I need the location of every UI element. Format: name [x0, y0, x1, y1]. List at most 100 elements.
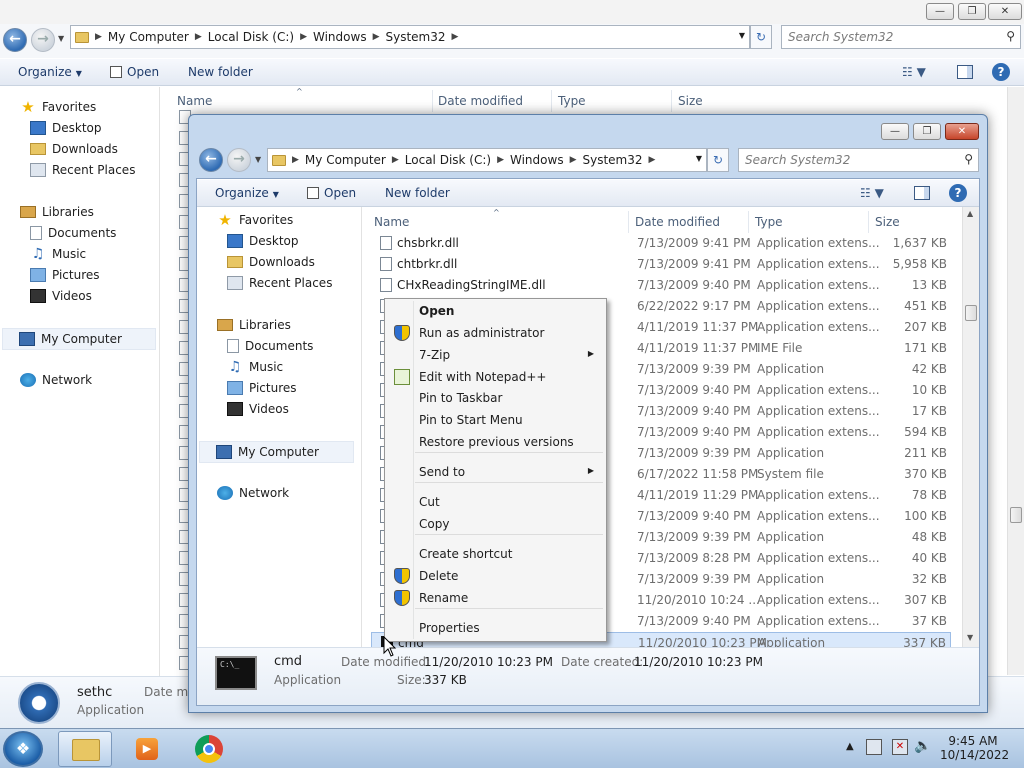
new-folder-button[interactable]: New folder — [188, 65, 253, 79]
maximize-button[interactable]: ❐ — [958, 3, 986, 20]
nav-favorites[interactable]: ★ Favorites — [20, 100, 96, 115]
nav-desktop[interactable]: Desktop — [227, 234, 299, 248]
context-menu-item[interactable]: Rename — [387, 587, 604, 609]
organize-button[interactable]: Organize ▼ — [215, 186, 279, 200]
nav-libraries[interactable]: Libraries — [217, 318, 291, 332]
nav-music[interactable]: ♫ Music — [227, 360, 283, 374]
help-icon[interactable]: ? — [949, 184, 967, 202]
context-menu-item[interactable]: Send to ▶ — [387, 461, 604, 483]
close-button[interactable]: ✕ — [988, 3, 1022, 20]
column-name[interactable]: Name — [177, 94, 212, 108]
refresh-icon[interactable]: ↻ — [707, 148, 729, 172]
back-button[interactable]: ← — [199, 148, 223, 172]
address-dropdown-icon[interactable]: ▼ — [739, 31, 745, 40]
recent-pages-chevron-icon[interactable]: ▼ — [255, 155, 261, 164]
nav-network[interactable]: Network — [217, 486, 289, 500]
nav-network[interactable]: Network — [20, 373, 92, 387]
breadcrumb-item[interactable]: System32 — [583, 153, 643, 167]
nav-downloads[interactable]: Downloads — [30, 142, 118, 156]
change-view-icon[interactable]: ☷ ▼ — [860, 186, 884, 200]
column-size[interactable]: Size — [678, 94, 703, 108]
nav-my-computer[interactable]: My Computer — [2, 328, 156, 350]
breadcrumb-item[interactable]: Local Disk (C:) — [405, 153, 491, 167]
refresh-icon[interactable]: ↻ — [750, 25, 772, 49]
context-menu-item[interactable]: Pin to Start Menu — [387, 409, 604, 431]
context-menu-item[interactable]: Open — [387, 300, 604, 322]
breadcrumb-item[interactable]: My Computer — [305, 153, 386, 167]
nav-recent-places[interactable]: Recent Places — [227, 276, 332, 290]
forward-button[interactable]: → — [31, 28, 55, 52]
column-date-modified[interactable]: Date modified — [438, 94, 523, 108]
context-menu-item[interactable]: Pin to Taskbar — [387, 387, 604, 409]
nav-videos[interactable]: Videos — [30, 289, 92, 303]
back-scrollbar[interactable] — [1007, 87, 1024, 675]
column-type[interactable]: Type — [558, 94, 586, 108]
taskbar-media-player-button[interactable]: ▶ — [120, 731, 174, 767]
context-menu-item[interactable]: Run as administrator — [387, 322, 604, 344]
context-menu-item[interactable]: Create shortcut — [387, 543, 604, 565]
column-name[interactable]: Name — [374, 215, 409, 229]
address-dropdown-icon[interactable]: ▼ — [696, 154, 702, 163]
taskbar-explorer-button[interactable] — [58, 731, 112, 767]
breadcrumb-item[interactable]: My Computer — [108, 30, 189, 44]
back-button[interactable]: ← — [3, 28, 27, 52]
nav-my-computer[interactable]: My Computer — [199, 441, 354, 463]
show-hidden-icons-icon[interactable]: ▲ — [846, 741, 854, 752]
scroll-down-icon[interactable]: ▼ — [967, 633, 973, 642]
search-input[interactable]: Search System32 ⚲ — [738, 148, 979, 172]
preview-pane-icon[interactable] — [957, 65, 973, 79]
address-bar[interactable]: ▶ My Computer ▶ Local Disk (C:) ▶ Window… — [70, 25, 750, 49]
preview-pane-icon[interactable] — [914, 186, 930, 200]
minimize-button[interactable]: — — [881, 123, 909, 140]
action-center-icon[interactable] — [866, 739, 882, 755]
open-button[interactable]: Open — [110, 65, 159, 79]
column-size[interactable]: Size — [875, 215, 900, 229]
column-date-modified[interactable]: Date modified — [635, 215, 720, 229]
taskbar-chrome-button[interactable] — [182, 731, 236, 767]
nav-recent-places[interactable]: Recent Places — [30, 163, 135, 177]
breadcrumb-item[interactable]: Windows — [313, 30, 367, 44]
minimize-button[interactable]: — — [926, 3, 954, 20]
nav-documents[interactable]: Documents — [227, 339, 313, 353]
close-button[interactable]: ✕ — [945, 123, 979, 140]
start-button[interactable]: ❖ — [3, 731, 43, 767]
help-icon[interactable]: ? — [992, 63, 1010, 81]
scrollbar-thumb[interactable] — [965, 305, 977, 321]
nav-documents[interactable]: Documents — [30, 226, 116, 240]
column-type[interactable]: Type — [755, 215, 783, 229]
scroll-up-icon[interactable]: ▲ — [967, 209, 973, 218]
front-scrollbar[interactable]: ▲ ▼ — [962, 207, 979, 647]
table-row[interactable]: CHxReadingStringIME.dll 7/13/2009 9:40 PM… — [371, 275, 951, 296]
table-row[interactable]: chsbrkr.dll 7/13/2009 9:41 PM Application … — [371, 233, 951, 254]
nav-pictures[interactable]: Pictures — [30, 268, 100, 282]
volume-icon[interactable]: 🔈 — [914, 738, 931, 754]
breadcrumb-item[interactable]: System32 — [386, 30, 446, 44]
breadcrumb-item[interactable]: Windows — [510, 153, 564, 167]
forward-button[interactable]: → — [227, 148, 251, 172]
context-menu-item[interactable]: Copy — [387, 513, 604, 535]
maximize-button[interactable]: ❐ — [913, 123, 941, 140]
new-folder-button[interactable]: New folder — [385, 186, 450, 200]
recent-pages-chevron-icon[interactable]: ▼ — [58, 34, 64, 43]
change-view-icon[interactable]: ☷ ▼ — [902, 65, 926, 79]
nav-libraries[interactable]: Libraries — [20, 205, 94, 219]
context-menu-item[interactable]: Properties — [387, 617, 604, 639]
nav-downloads[interactable]: Downloads — [227, 255, 315, 269]
organize-button[interactable]: Organize ▼ — [18, 65, 82, 79]
network-status-icon[interactable]: ✕ — [892, 739, 908, 755]
open-button[interactable]: Open — [307, 186, 356, 200]
search-input[interactable]: Search System32 ⚲ — [781, 25, 1021, 49]
context-menu-item[interactable]: Restore previous versions — [387, 431, 604, 453]
context-menu-item[interactable]: Delete — [387, 565, 604, 587]
nav-music[interactable]: ♫ Music — [30, 247, 86, 261]
nav-desktop[interactable]: Desktop — [30, 121, 102, 135]
context-menu-item[interactable]: Edit with Notepad++ — [387, 366, 604, 388]
table-row[interactable]: chtbrkr.dll 7/13/2009 9:41 PM Application … — [371, 254, 951, 275]
scrollbar-thumb[interactable] — [1010, 507, 1022, 523]
address-bar[interactable]: ▶ My Computer ▶ Local Disk (C:) ▶ Window… — [267, 148, 707, 172]
context-menu-item[interactable]: 7-Zip ▶ — [387, 344, 604, 366]
nav-pictures[interactable]: Pictures — [227, 381, 297, 395]
clock[interactable]: 9:45 AM 10/14/2022 — [940, 734, 1009, 762]
nav-favorites[interactable]: ★ Favorites — [217, 213, 293, 228]
nav-videos[interactable]: Videos — [227, 402, 289, 416]
